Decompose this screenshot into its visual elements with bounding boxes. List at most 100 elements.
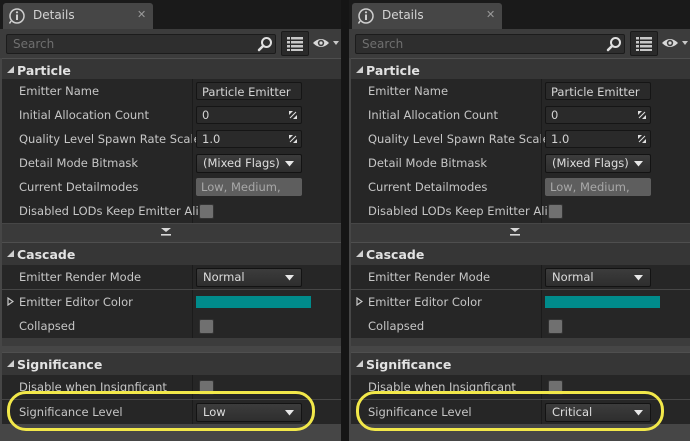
expand-advanced-icon xyxy=(510,228,520,236)
column-divider[interactable] xyxy=(192,290,193,314)
significance-level-dropdown[interactable]: Critical xyxy=(545,403,651,422)
info-icon xyxy=(8,7,26,25)
row-disable-when-insignificant: Disable when Insignficant xyxy=(2,375,341,399)
disable-insignificant-checkbox[interactable] xyxy=(199,380,214,395)
property-label: Current Detailmodes xyxy=(19,180,139,194)
column-divider[interactable] xyxy=(541,400,542,424)
detail-mode-dropdown[interactable]: (Mixed Flags) xyxy=(545,154,651,173)
property-label: Initial Allocation Count xyxy=(368,108,498,122)
collapse-arrow-icon xyxy=(7,250,14,257)
render-mode-dropdown[interactable]: Normal xyxy=(196,268,302,287)
section-cascade[interactable]: Cascade xyxy=(2,242,341,266)
collapsed-checkbox[interactable] xyxy=(199,319,214,334)
disable-insignificant-checkbox[interactable] xyxy=(548,380,563,395)
collapse-arrow-icon xyxy=(356,66,363,73)
column-divider[interactable] xyxy=(541,314,542,338)
column-divider[interactable] xyxy=(541,290,542,314)
tab-details[interactable]: Details ✕ xyxy=(3,3,153,29)
disabled-lods-checkbox[interactable] xyxy=(199,204,214,219)
property-matrix-button[interactable] xyxy=(630,31,658,56)
column-divider[interactable] xyxy=(192,79,193,103)
column-divider[interactable] xyxy=(192,175,193,199)
property-label: Disabled LODs Keep Emitter Alive xyxy=(368,204,562,218)
quality-level-field[interactable]: 1.0 xyxy=(196,130,302,148)
drag-handle-icon xyxy=(638,135,646,143)
column-divider[interactable] xyxy=(541,151,542,175)
expand-arrow-icon[interactable] xyxy=(356,297,363,306)
collapsed-checkbox[interactable] xyxy=(548,319,563,334)
drag-handle-icon xyxy=(289,135,297,143)
property-label: Significance Level xyxy=(368,405,472,419)
close-icon[interactable]: ✕ xyxy=(486,8,495,21)
view-options-button[interactable] xyxy=(661,35,689,54)
column-divider[interactable] xyxy=(541,265,542,289)
initial-allocation-field[interactable]: 0 xyxy=(545,106,651,124)
column-divider[interactable] xyxy=(541,103,542,127)
search-icon[interactable] xyxy=(257,36,273,56)
column-divider[interactable] xyxy=(192,400,193,424)
column-divider[interactable] xyxy=(192,127,193,151)
color-swatch[interactable] xyxy=(545,296,660,308)
initial-allocation-field[interactable]: 0 xyxy=(196,106,302,124)
row-current-detailmodes: Current Detailmodes Low, Medium, High xyxy=(2,175,341,212)
search-input[interactable] xyxy=(356,35,610,53)
collapse-arrow-icon xyxy=(356,360,363,367)
search-icon[interactable] xyxy=(606,36,622,56)
property-label: Quality Level Spawn Rate Scale xyxy=(19,132,201,146)
section-cascade[interactable]: Cascade xyxy=(351,242,690,266)
tab-title: Details xyxy=(33,8,75,22)
column-divider[interactable] xyxy=(192,314,193,338)
property-label: Collapsed xyxy=(19,319,76,333)
section-significance[interactable]: Significance xyxy=(2,352,341,376)
eye-icon xyxy=(313,39,339,47)
search-box[interactable] xyxy=(355,34,625,54)
field-value: 0 xyxy=(551,108,559,122)
details-content: Particle Emitter Name Particle Emitter 2… xyxy=(349,29,690,441)
row-detail-mode-bitmask: Detail Mode Bitmask (Mixed Flags) xyxy=(2,151,341,175)
emitter-name-field[interactable]: Particle Emitter xyxy=(196,82,302,100)
column-divider[interactable] xyxy=(192,375,193,399)
render-mode-dropdown[interactable]: Normal xyxy=(545,268,651,287)
property-label: Initial Allocation Count xyxy=(19,108,149,122)
current-detailmodes-readonly: Low, Medium, High xyxy=(196,178,302,212)
expand-arrow-icon[interactable] xyxy=(7,297,14,306)
section-gap xyxy=(2,338,341,346)
property-label: Emitter Editor Color xyxy=(19,295,133,309)
section-significance[interactable]: Significance xyxy=(351,352,690,376)
property-matrix-button[interactable] xyxy=(281,31,309,56)
search-input[interactable] xyxy=(7,35,261,53)
search-box[interactable] xyxy=(6,34,276,54)
row-emitter-editor-color: Emitter Editor Color xyxy=(351,290,690,314)
column-divider[interactable] xyxy=(541,127,542,151)
close-icon[interactable]: ✕ xyxy=(137,8,146,21)
tab-details[interactable]: Details ✕ xyxy=(352,3,502,29)
row-quality-level-spawn-rate-scale: Quality Level Spawn Rate Scale 1.0 xyxy=(351,127,690,151)
property-label: Detail Mode Bitmask xyxy=(368,156,488,170)
row-emitter-editor-color: Emitter Editor Color xyxy=(2,290,341,314)
details-content: Particle Emitter Name Particle Emitter I… xyxy=(0,29,341,441)
advanced-expander[interactable] xyxy=(351,224,690,240)
collapse-arrow-icon xyxy=(7,66,14,73)
significance-level-dropdown[interactable]: Low xyxy=(196,403,302,422)
column-divider[interactable] xyxy=(541,199,542,223)
column-divider[interactable] xyxy=(192,151,193,175)
dropdown-value: (Mixed Flags) xyxy=(552,156,629,170)
advanced-expander[interactable] xyxy=(2,224,341,240)
drag-handle-icon xyxy=(638,111,646,119)
dropdown-value: Normal xyxy=(203,270,245,284)
column-divider[interactable] xyxy=(541,175,542,199)
chevron-down-icon xyxy=(285,161,294,167)
emitter-name-field[interactable]: Particle Emitter 2 xyxy=(545,82,651,117)
column-divider[interactable] xyxy=(541,375,542,399)
quality-level-field[interactable]: 1.0 xyxy=(545,130,651,148)
detail-mode-dropdown[interactable]: (Mixed Flags) xyxy=(196,154,302,173)
row-detail-mode-bitmask: Detail Mode Bitmask (Mixed Flags) xyxy=(351,151,690,175)
disabled-lods-checkbox[interactable] xyxy=(548,204,563,219)
column-divider[interactable] xyxy=(541,79,542,103)
tab-bar: Details ✕ xyxy=(349,0,690,29)
column-divider[interactable] xyxy=(192,103,193,127)
column-divider[interactable] xyxy=(192,199,193,223)
color-swatch[interactable] xyxy=(196,296,311,308)
column-divider[interactable] xyxy=(192,265,193,289)
view-options-button[interactable] xyxy=(312,35,340,54)
